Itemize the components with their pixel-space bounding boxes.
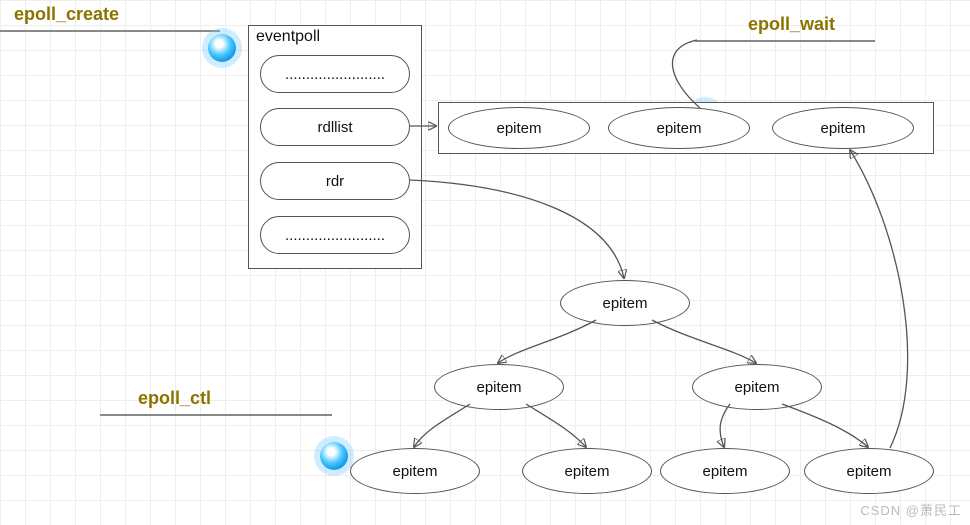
tree-ll-text: epitem [392, 463, 437, 480]
tree-rl: epitem [660, 448, 790, 494]
tree-root-text: epitem [602, 295, 647, 312]
rdllist-item-1: epitem [608, 107, 750, 149]
label-epoll-wait: epoll_wait [748, 14, 835, 35]
tree-rr-text: epitem [846, 463, 891, 480]
rdllist-item-0-text: epitem [496, 120, 541, 137]
orb-create [208, 34, 236, 62]
eventpoll-row-1-text: rdllist [317, 119, 352, 136]
label-epoll-ctl: epoll_ctl [138, 388, 211, 409]
tree-left-text: epitem [476, 379, 521, 396]
underline-ctl [100, 414, 332, 416]
tree-right: epitem [692, 364, 822, 410]
tree-rr: epitem [804, 448, 934, 494]
tree-lr: epitem [522, 448, 652, 494]
rdllist-item-2-text: epitem [820, 120, 865, 137]
eventpoll-row-0-text: ........................ [285, 66, 385, 83]
eventpoll-title: eventpoll [256, 28, 320, 46]
grid-background [0, 0, 970, 525]
tree-rl-text: epitem [702, 463, 747, 480]
eventpoll-row-2-text: rdr [326, 173, 344, 190]
orb-ctl [320, 442, 348, 470]
rdllist-item-1-text: epitem [656, 120, 701, 137]
watermark: CSDN @萧民工 [860, 500, 962, 519]
underline-create [0, 30, 220, 32]
underline-wait [695, 40, 875, 42]
tree-left: epitem [434, 364, 564, 410]
label-epoll-create: epoll_create [14, 4, 119, 25]
eventpoll-row-3-text: ........................ [285, 227, 385, 244]
eventpoll-row-0: ........................ [260, 55, 410, 93]
eventpoll-row-2: rdr [260, 162, 410, 200]
eventpoll-row-1: rdllist [260, 108, 410, 146]
tree-ll: epitem [350, 448, 480, 494]
tree-lr-text: epitem [564, 463, 609, 480]
eventpoll-row-3: ........................ [260, 216, 410, 254]
rdllist-item-0: epitem [448, 107, 590, 149]
tree-root: epitem [560, 280, 690, 326]
tree-right-text: epitem [734, 379, 779, 396]
rdllist-item-2: epitem [772, 107, 914, 149]
